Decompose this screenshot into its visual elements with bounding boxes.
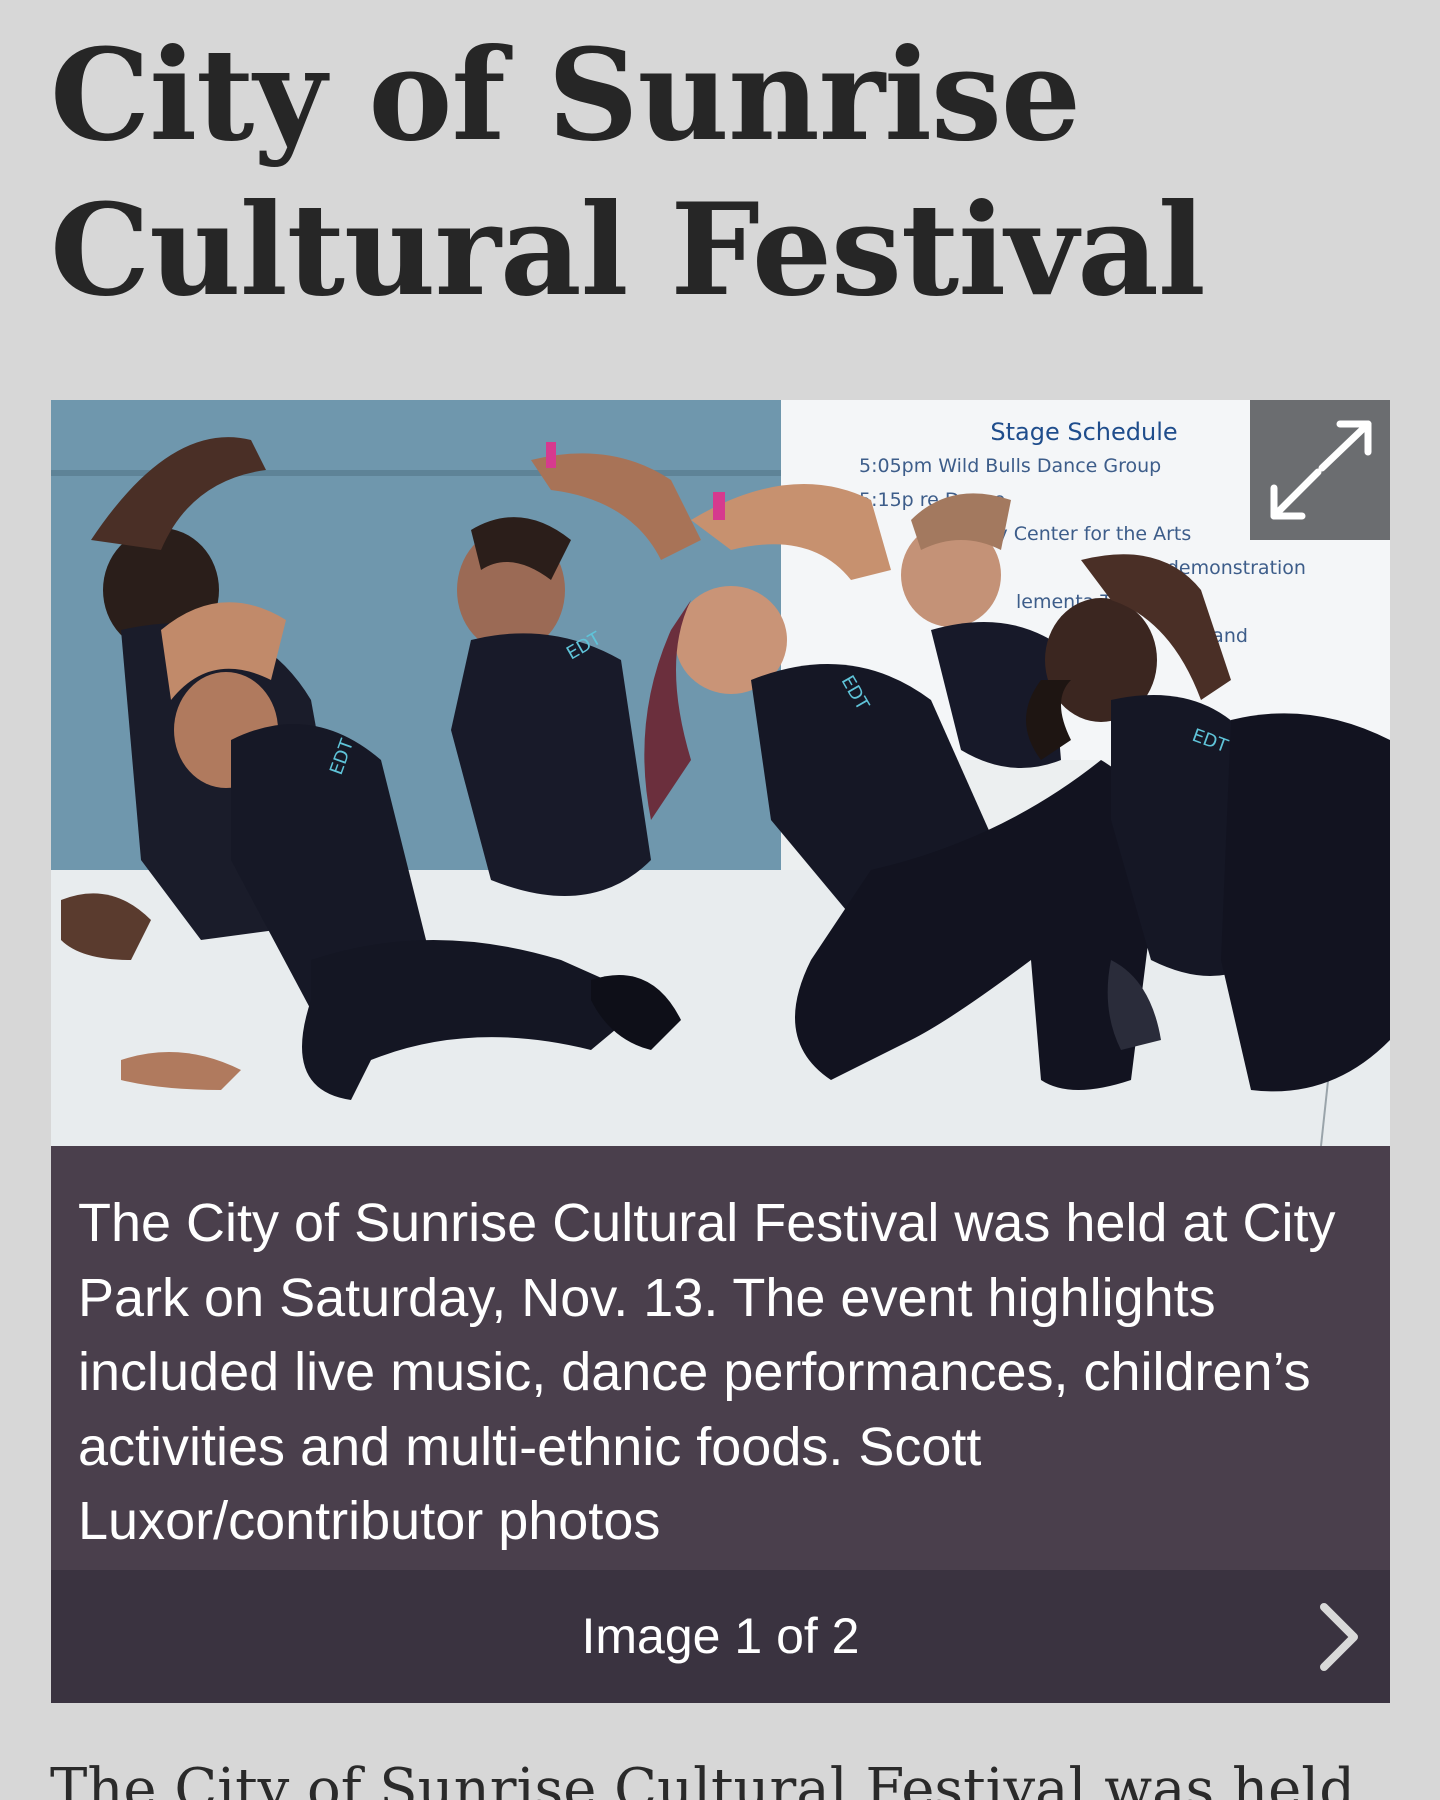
expand-arrows-icon bbox=[1270, 420, 1372, 520]
sign-line: 5:05pm Wild Bulls Dance Group bbox=[859, 455, 1161, 477]
caption-text: The City of Sunrise Cultural Festival wa… bbox=[78, 1193, 1336, 1551]
article-body-text: The City of Sunrise Cultural Festival wa… bbox=[50, 1757, 1356, 1800]
photo-gallery: Stage Schedule 5:05pm Wild Bulls Dance G… bbox=[51, 400, 1390, 1703]
article-page: City of Sunrise Cultural Festival Stage … bbox=[0, 0, 1440, 1800]
sign-title: Stage Schedule bbox=[990, 418, 1177, 446]
image-counter: Image 1 of 2 bbox=[581, 1608, 860, 1664]
gallery-navigation: Image 1 of 2 bbox=[51, 1570, 1390, 1703]
gallery-photo[interactable]: Stage Schedule 5:05pm Wild Bulls Dance G… bbox=[51, 400, 1390, 1146]
page-title: City of Sunrise Cultural Festival bbox=[50, 21, 1206, 324]
dance-performance-photo: Stage Schedule 5:05pm Wild Bulls Dance G… bbox=[51, 400, 1390, 1146]
photo-caption: The City of Sunrise Cultural Festival wa… bbox=[51, 1146, 1390, 1570]
sign-line: ty Center for the Arts bbox=[989, 523, 1191, 545]
chevron-right-icon bbox=[1320, 1603, 1358, 1671]
expand-button[interactable] bbox=[1250, 400, 1390, 540]
next-image-button[interactable] bbox=[1310, 1597, 1370, 1677]
